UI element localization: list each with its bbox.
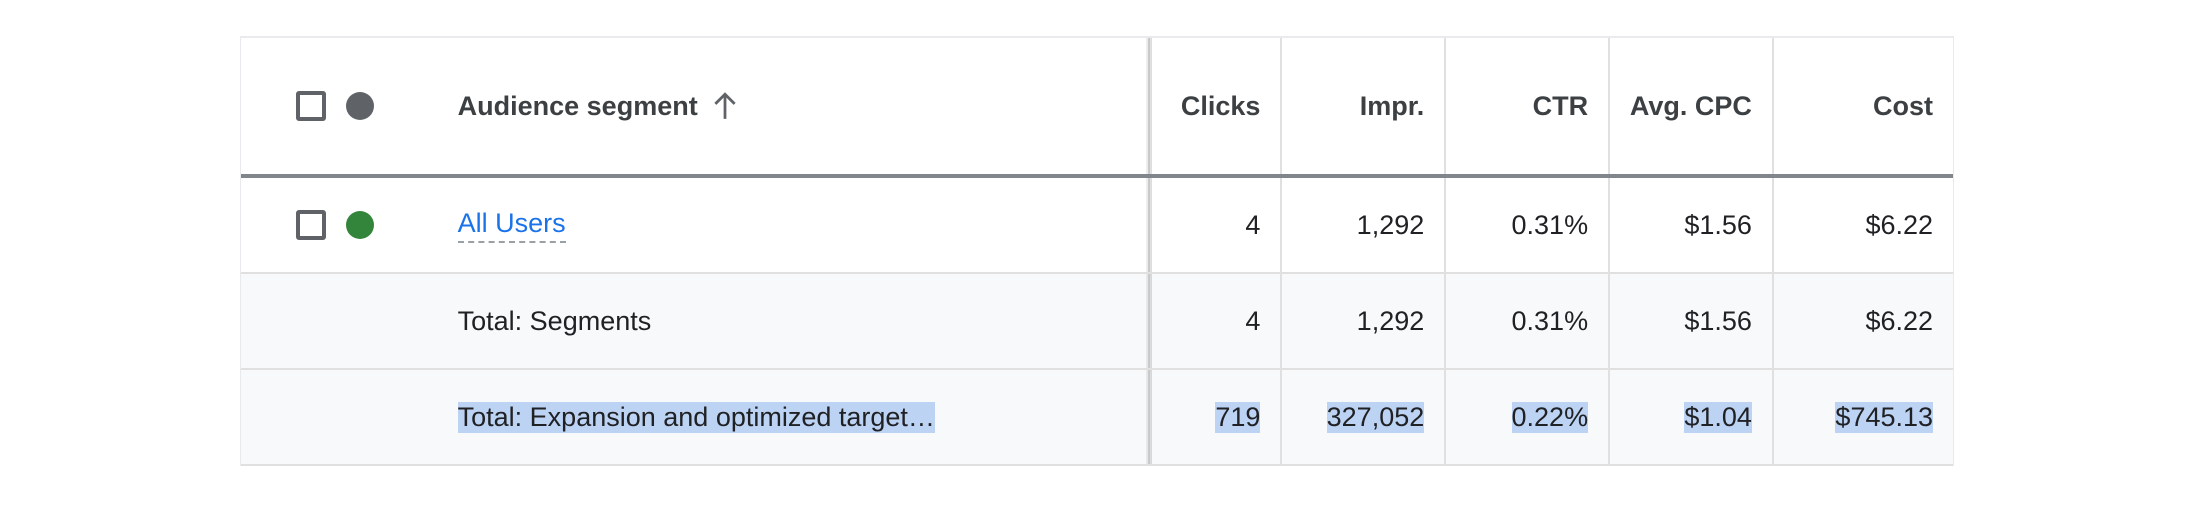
total-avg-cpc: $1.56: [1608, 274, 1772, 368]
header-segment-cell[interactable]: Audience segment: [398, 38, 1152, 174]
enabled-status-dot-icon[interactable]: [345, 211, 374, 239]
total-segments-label: Total: Segments: [457, 305, 652, 336]
total-expansion-ctr: 0.22%: [1511, 401, 1589, 433]
total-empty-cell: [241, 274, 346, 368]
page: Audience segment Clicks Impr. CTR Avg. C…: [0, 0, 2196, 510]
total-expansion-cpc-cell: $1.04: [1608, 370, 1772, 464]
table-header-row: Audience segment Clicks Impr. CTR Avg. C…: [241, 38, 1953, 178]
row-clicks: 4: [1147, 178, 1281, 272]
total-expansion-clicks-cell: 719: [1147, 370, 1281, 464]
total-expansion-clicks: 719: [1215, 401, 1261, 433]
row-checkbox[interactable]: [295, 210, 326, 240]
total-segment-cell: Total: Segments: [398, 274, 1152, 368]
total-row-segments: Total: Segments 4 1,292 0.31% $1.56 $6.2…: [241, 274, 1953, 370]
header-ctr[interactable]: CTR: [1444, 38, 1608, 174]
total-empty-cell: [346, 274, 398, 368]
row-status-cell: [345, 178, 398, 272]
header-status-cell: [345, 38, 398, 174]
total-expansion-impr: 327,052: [1326, 401, 1425, 433]
total-cost: $6.22: [1771, 274, 1953, 368]
row-cost: $6.22: [1771, 178, 1953, 272]
header-avg-cpc[interactable]: Avg. CPC: [1608, 38, 1772, 174]
total-expansion-cost: $745.13: [1835, 401, 1934, 433]
frozen-column-shadow: [1145, 370, 1152, 464]
header-segment-label: Audience segment: [457, 90, 698, 121]
total-ctr: 0.31%: [1444, 274, 1608, 368]
header-impr[interactable]: Impr.: [1280, 38, 1444, 174]
total-expansion-ctr-cell: 0.22%: [1444, 370, 1608, 464]
header-cost[interactable]: Cost: [1771, 38, 1953, 174]
status-filter-dot-icon[interactable]: [345, 92, 374, 120]
audience-segments-table: Audience segment Clicks Impr. CTR Avg. C…: [240, 36, 1954, 466]
row-ctr: 0.31%: [1444, 178, 1608, 272]
total-expansion-label: Total: Expansion and optimized target…: [457, 401, 935, 433]
frozen-column-shadow: [1145, 178, 1152, 272]
total-row-expansion: Total: Expansion and optimized target… 7…: [241, 370, 1953, 466]
header-clicks[interactable]: Clicks: [1147, 38, 1281, 174]
row-segment-cell: All Users: [398, 178, 1152, 272]
row-avg-cpc: $1.56: [1608, 178, 1772, 272]
total-expansion-avg-cpc: $1.04: [1684, 401, 1752, 433]
total-expansion-cost-cell: $745.13: [1771, 370, 1953, 464]
total-impr: 1,292: [1280, 274, 1444, 368]
arrow-up-icon[interactable]: [712, 91, 738, 121]
total-empty-cell: [241, 370, 346, 464]
row-impr: 1,292: [1280, 178, 1444, 272]
total-expansion-impr-cell: 327,052: [1280, 370, 1444, 464]
frozen-column-shadow: [1145, 274, 1152, 368]
total-clicks: 4: [1147, 274, 1281, 368]
frozen-column-shadow: [1145, 38, 1152, 174]
table-row: All Users 4 1,292 0.31% $1.56 $6.22: [241, 178, 1953, 274]
total-empty-cell: [346, 370, 398, 464]
select-all-checkbox[interactable]: [295, 91, 326, 121]
header-checkbox-cell: [241, 38, 346, 174]
row-checkbox-cell: [241, 178, 346, 272]
total-expansion-cell: Total: Expansion and optimized target…: [398, 370, 1152, 464]
segment-link[interactable]: All Users: [457, 208, 566, 243]
